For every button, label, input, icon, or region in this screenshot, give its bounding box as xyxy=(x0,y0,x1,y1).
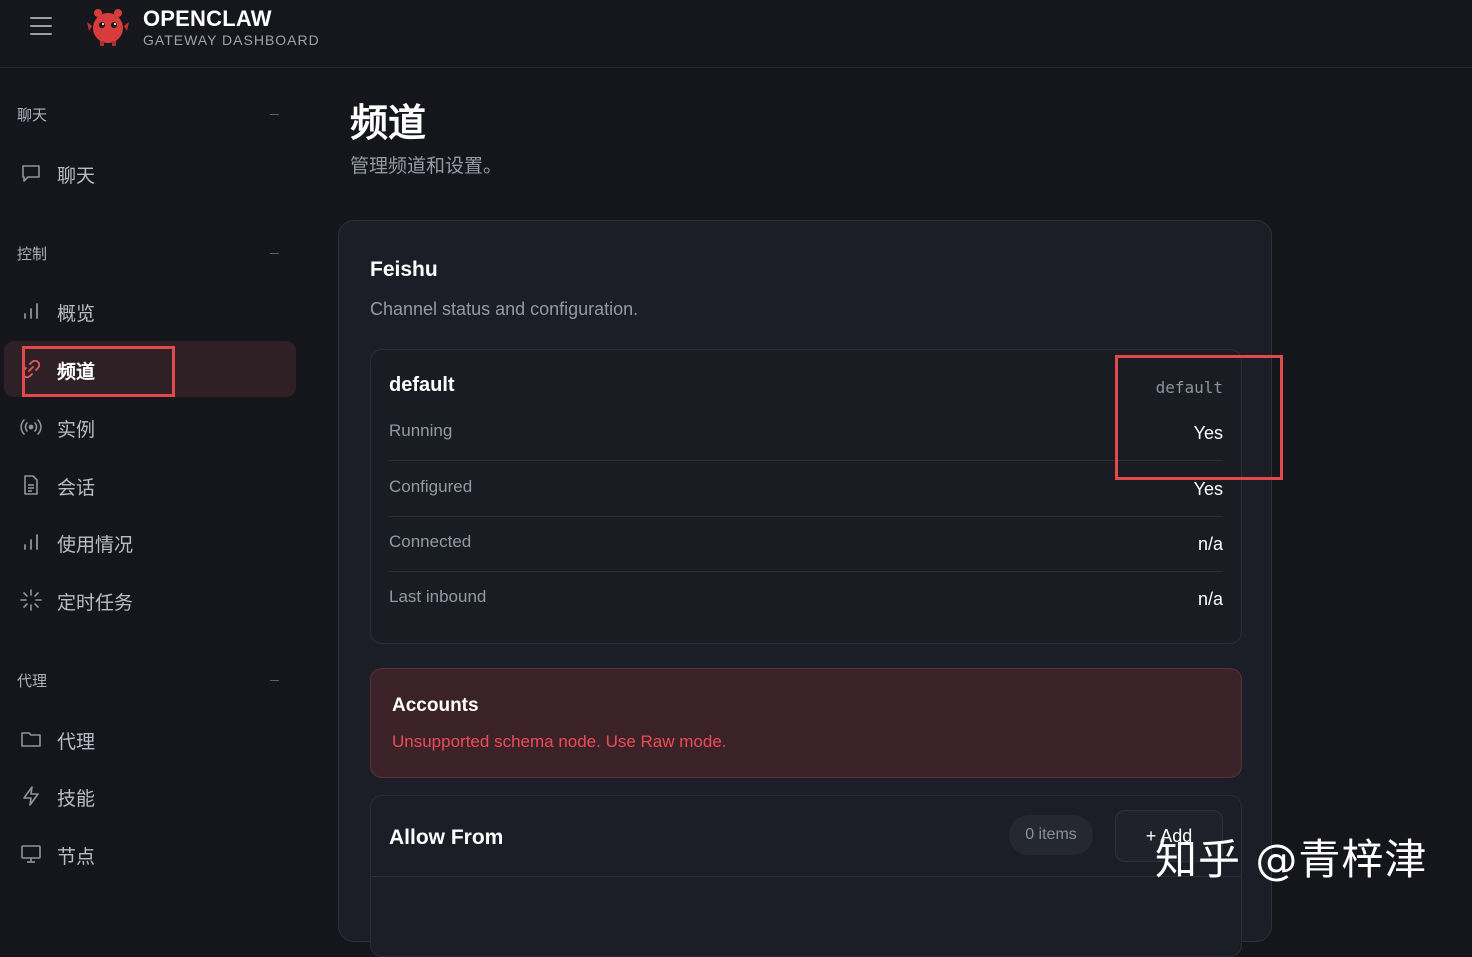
sidebar-item-label: 频道 xyxy=(57,362,96,383)
status-row-connected: Connected n/a xyxy=(389,516,1223,572)
spinner-icon xyxy=(20,589,42,611)
page-subtitle: 管理频道和设置。 xyxy=(350,156,503,177)
brand-subtitle: GATEWAY DASHBOARD xyxy=(143,32,320,48)
bar-chart-icon xyxy=(24,303,38,319)
sidebar: 聊天 聊天 控制 概览 频道 实例 会话 使用情况 定时任务 代理 代理 技能 … xyxy=(0,68,305,917)
sidebar-item-label: 概览 xyxy=(57,304,96,325)
sidebar-item-label: 节点 xyxy=(57,847,96,868)
status-row-running: Running Yes xyxy=(389,405,1223,461)
sidebar-item-instances[interactable]: 实例 xyxy=(4,399,296,455)
account-name: default xyxy=(389,374,455,396)
status-row-last-inbound: Last inbound n/a xyxy=(389,571,1223,626)
bar-chart-icon xyxy=(24,534,38,550)
sidebar-item-sessions[interactable]: 会话 xyxy=(4,457,296,513)
sidebar-item-label: 使用情况 xyxy=(57,535,134,556)
status-key: Connected xyxy=(389,532,472,551)
sidebar-item-cron[interactable]: 定时任务 xyxy=(4,572,296,628)
lightning-icon xyxy=(23,786,39,806)
items-count-badge: 0 items xyxy=(1009,815,1093,855)
divider xyxy=(371,876,1241,877)
sidebar-item-label: 定时任务 xyxy=(57,593,134,614)
sidebar-item-label: 技能 xyxy=(57,789,96,810)
account-status-panel: default default Running Yes Configured Y… xyxy=(370,349,1242,644)
sidebar-item-channels[interactable]: 频道 xyxy=(4,341,296,397)
status-value: n/a xyxy=(1197,534,1223,554)
sidebar-item-label: 代理 xyxy=(57,732,96,753)
monitor-icon xyxy=(21,845,41,863)
status-value: Yes xyxy=(1193,479,1223,499)
folder-icon xyxy=(21,732,41,747)
watermark: 知乎 @青梓津 xyxy=(1155,835,1428,884)
accounts-panel: Accounts Unsupported schema node. Use Ra… xyxy=(370,668,1242,778)
channel-subtitle: Channel status and configuration. xyxy=(370,299,639,319)
lobster-logo xyxy=(87,9,129,46)
accounts-title: Accounts xyxy=(392,695,479,716)
status-key: Running xyxy=(389,421,453,440)
broadcast-icon xyxy=(20,419,42,435)
allow-from-panel: Allow From 0 items + Add xyxy=(370,795,1242,957)
allow-from-title: Allow From xyxy=(389,826,504,849)
status-key: Last inbound xyxy=(389,587,487,606)
status-value: n/a xyxy=(1197,589,1223,609)
status-value: Yes xyxy=(1193,423,1223,443)
sidebar-item-nodes[interactable]: 节点 xyxy=(4,826,296,882)
sidebar-item-skills[interactable]: 技能 xyxy=(4,768,296,824)
collapse-icon[interactable] xyxy=(270,253,279,254)
link-icon xyxy=(21,359,41,379)
sidebar-item-chat[interactable]: 聊天 xyxy=(4,145,296,201)
status-key: Configured xyxy=(389,477,473,496)
brand-title: OPENCLAW xyxy=(143,6,272,31)
sidebar-item-usage[interactable]: 使用情况 xyxy=(4,514,296,570)
collapse-icon[interactable] xyxy=(270,680,279,681)
sidebar-item-label: 聊天 xyxy=(57,166,96,187)
status-row-configured: Configured Yes xyxy=(389,461,1223,517)
section-header-agents[interactable]: 代理 xyxy=(17,670,47,691)
sidebar-item-agents[interactable]: 代理 xyxy=(4,711,296,767)
section-header-chat[interactable]: 聊天 xyxy=(17,104,47,125)
channel-card: Feishu Channel status and configuration.… xyxy=(338,220,1272,957)
sidebar-item-overview[interactable]: 概览 xyxy=(4,283,296,339)
page-title: 频道 xyxy=(350,103,427,145)
account-id: default xyxy=(1155,378,1223,397)
chat-bubble-icon xyxy=(22,165,40,182)
top-bar: OPENCLAW GATEWAY DASHBOARD xyxy=(0,0,1472,68)
hamburger-icon[interactable] xyxy=(30,17,52,35)
document-icon xyxy=(24,475,38,495)
sidebar-item-label: 实例 xyxy=(57,420,96,441)
sidebar-item-label: 会话 xyxy=(57,478,96,499)
channel-title: Feishu xyxy=(370,258,438,281)
section-header-control[interactable]: 控制 xyxy=(17,243,47,264)
collapse-icon[interactable] xyxy=(270,114,279,115)
schema-error-message: Unsupported schema node. Use Raw mode. xyxy=(392,732,727,751)
